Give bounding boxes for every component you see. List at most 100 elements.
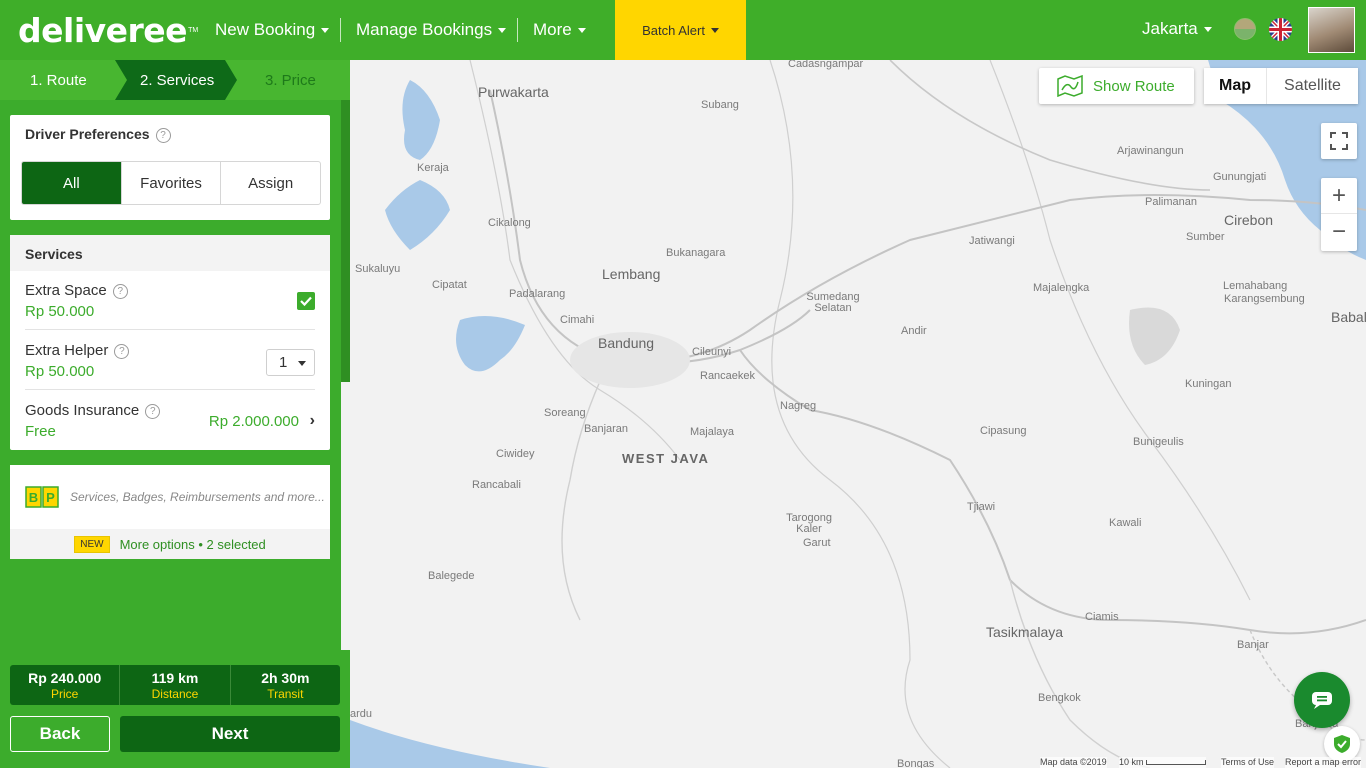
nav-more[interactable]: More <box>533 0 586 60</box>
map-label: Gunungjati <box>1213 171 1267 183</box>
back-button[interactable]: Back <box>10 716 110 752</box>
scrollbar-thumb[interactable] <box>341 100 350 382</box>
service-goods-insurance[interactable]: Goods Insurance? Free Rp 2.000.000 › <box>25 390 315 450</box>
step-services[interactable]: 2. Services <box>140 60 214 100</box>
report-map-error-link[interactable]: Report a map error <box>1285 757 1362 768</box>
extra-space-checkbox[interactable] <box>297 292 315 310</box>
map-label: Soreang <box>544 407 586 419</box>
more-options-bar[interactable]: NEW More options • 2 selected <box>10 529 330 559</box>
booking-summary: Rp 240.000 Price 119 km Distance 2h 30m … <box>10 665 340 705</box>
map-scale[interactable]: 10 km <box>1119 757 1207 768</box>
zoom-in-button[interactable]: + <box>1321 178 1357 214</box>
check-icon <box>300 296 312 307</box>
svg-text:P: P <box>46 490 55 505</box>
map-label: Cirebon <box>1224 212 1274 228</box>
map-label: Sumedang Selatan <box>806 291 860 314</box>
map-label: Cadasngampar <box>788 60 864 70</box>
map-label: WEST JAVA <box>622 451 710 466</box>
map-label: Subang <box>701 99 739 111</box>
top-bar: deliveree TM New Booking Manage Bookings … <box>0 0 1366 60</box>
extra-helper-quantity-select[interactable]: 1 <box>266 349 315 376</box>
service-price: Free <box>25 423 56 440</box>
pref-assign-button[interactable]: Assign <box>221 162 320 204</box>
summary-price: Rp 240.000 Price <box>10 665 121 705</box>
insurance-value: Rp 2.000.000 <box>208 413 299 430</box>
help-icon[interactable]: ? <box>155 127 171 143</box>
map-label: Tjiawi <box>967 501 996 513</box>
bp-description: Services, Badges, Reimbursements and mor… <box>70 490 325 504</box>
map-label: Cipasung <box>980 425 1027 437</box>
step-route[interactable]: 1. Route <box>30 60 87 100</box>
map-label: Banjaran <box>584 423 629 435</box>
show-route-button[interactable]: Show Route <box>1039 68 1194 104</box>
map-label: Rancabali <box>472 479 521 491</box>
more-options-link[interactable]: More options • 2 selected <box>120 537 266 552</box>
map-type-satellite-button[interactable]: Satellite <box>1267 68 1358 104</box>
map-label: Majalengka <box>1033 282 1090 294</box>
help-icon[interactable]: ? <box>114 343 130 359</box>
service-extra-space: Extra Space? Rp 50.000 <box>25 270 315 330</box>
service-price: Rp 50.000 <box>25 303 95 320</box>
summary-transit-label: Transit <box>267 686 304 701</box>
chevron-down-icon <box>498 27 507 33</box>
map-label: Ciamis <box>1085 611 1119 623</box>
chevron-down-icon <box>298 361 306 366</box>
city-selector[interactable]: Jakarta <box>1142 0 1212 58</box>
map-label: Lembang <box>602 266 661 282</box>
fullscreen-button[interactable] <box>1321 123 1357 159</box>
help-icon[interactable]: ? <box>112 283 128 299</box>
booking-steps: 1. Route 2. Services 3. Price <box>0 60 350 100</box>
chat-button[interactable] <box>1294 672 1350 728</box>
new-badge: NEW <box>74 535 110 553</box>
quantity-value: 1 <box>279 354 288 371</box>
driver-preferences-title: Driver Preferences? <box>25 126 171 143</box>
business-program-card[interactable]: B P Services, Badges, Reimbursements and… <box>10 465 330 559</box>
map-label: Banjar <box>1237 639 1269 651</box>
chevron-down-icon <box>1203 26 1212 32</box>
show-route-label: Show Route <box>1093 77 1175 95</box>
nav-divider <box>340 18 341 42</box>
summary-transit: 2h 30m Transit <box>231 665 340 705</box>
batch-alert-label: Batch Alert <box>642 22 705 38</box>
services-title: Services <box>10 235 330 271</box>
indonesia-flag-icon[interactable] <box>1234 18 1256 40</box>
logo-text: deliveree <box>18 10 188 50</box>
nav-manage-bookings[interactable]: Manage Bookings <box>356 0 507 60</box>
nav-more-label: More <box>533 20 572 39</box>
user-avatar[interactable] <box>1308 7 1355 53</box>
route-map-icon <box>1057 75 1083 97</box>
map-label: Rancaekek <box>700 370 756 382</box>
map-label: Kuningan <box>1185 378 1232 390</box>
uk-flag-icon[interactable] <box>1269 18 1292 41</box>
map-label: Andir <box>901 325 927 337</box>
map-label: Keraja <box>417 162 449 174</box>
zoom-control: + − <box>1321 178 1357 251</box>
svg-text:B: B <box>29 490 38 505</box>
service-name-text: Goods Insurance <box>25 402 140 419</box>
pref-all-button[interactable]: All <box>22 162 122 204</box>
step-price[interactable]: 3. Price <box>265 60 316 100</box>
map-label: Bunigeulis <box>1133 436 1184 448</box>
map-label: Kawali <box>1109 517 1142 529</box>
driver-preference-segmented: All Favorites Assign <box>21 161 321 205</box>
pref-favorites-button[interactable]: Favorites <box>122 162 222 204</box>
map-type-map-button[interactable]: Map <box>1204 68 1267 104</box>
map-view[interactable]: Cadasngampar Purwakarta Subang Arjawinan… <box>350 60 1366 768</box>
terms-of-use-link[interactable]: Terms of Use <box>1221 757 1275 768</box>
help-icon[interactable]: ? <box>145 403 161 419</box>
summary-distance-value: 119 km <box>151 669 199 686</box>
shield-icon <box>1334 735 1350 753</box>
map-label: Purwakarta <box>478 84 549 100</box>
map-label: Karangsembung <box>1224 293 1305 305</box>
nav-new-booking[interactable]: New Booking <box>215 0 330 60</box>
batch-alert-button[interactable]: Batch Alert <box>615 0 746 60</box>
chevron-down-icon <box>321 27 330 33</box>
map-label: Bengkok <box>1038 692 1081 704</box>
service-name-text: Extra Helper <box>25 342 109 359</box>
chevron-right-icon[interactable]: › <box>310 412 315 430</box>
next-button[interactable]: Next <box>120 716 340 752</box>
map-label: Jatiwangi <box>969 235 1015 247</box>
deliveree-logo[interactable]: deliveree TM <box>18 10 198 50</box>
map-label: Padalarang <box>509 288 566 300</box>
zoom-out-button[interactable]: − <box>1321 214 1357 250</box>
